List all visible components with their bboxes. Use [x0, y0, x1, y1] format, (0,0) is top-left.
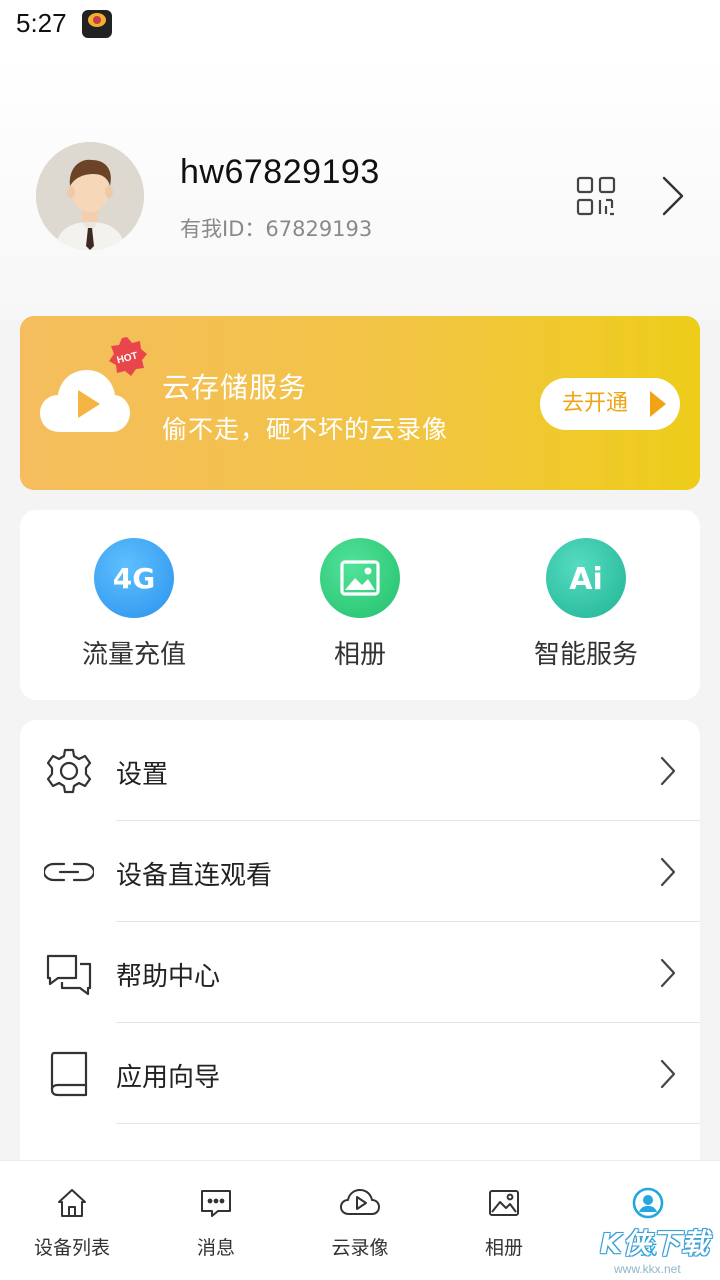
watermark-logo-text: K侠下载: [600, 1227, 710, 1260]
ai-icon-text: Ai: [569, 562, 603, 597]
banner-title: 云存储服务: [162, 371, 308, 404]
chevron-right-icon: [660, 1059, 676, 1089]
settings-menu: 设置 设备直连观看 帮助中心 应用向导: [20, 720, 700, 1180]
tab-device-list[interactable]: 设备列表: [0, 1161, 144, 1280]
chevron-right-icon: [660, 958, 676, 988]
menu-item-help-center[interactable]: 帮助中心: [20, 922, 700, 1023]
banner-subtitle: 偷不走，砸不坏的云录像: [162, 415, 449, 444]
watermark-url: www.kkx.net: [614, 1262, 681, 1276]
activate-button-label: 去开通: [562, 391, 629, 416]
play-arrow-icon: [650, 391, 666, 417]
tab-label: 消息: [196, 1237, 235, 1259]
quick-action-label: 智能服务: [533, 640, 638, 670]
avatar[interactable]: [36, 142, 144, 250]
tab-label: 云录像: [331, 1237, 389, 1259]
home-icon: [56, 1187, 88, 1219]
qr-code-icon[interactable]: [576, 176, 616, 216]
user-nickname: hw67829193: [180, 153, 380, 191]
menu-item-label: 应用向导: [116, 1063, 221, 1093]
quick-actions-card: 4G 流量充值 相册 Ai 智能服务: [20, 510, 700, 700]
menu-item-direct-view[interactable]: 设备直连观看: [20, 821, 700, 922]
menu-item-label: 设备直连观看: [116, 861, 273, 891]
user-id: 有我ID：67829193: [180, 213, 372, 243]
message-icon: [200, 1187, 232, 1219]
menu-item-app-guide[interactable]: 应用向导: [20, 1023, 700, 1124]
tab-label: 设备列表: [33, 1237, 110, 1259]
chevron-right-icon: [660, 857, 676, 887]
profile-chevron-right-icon[interactable]: [660, 174, 686, 218]
menu-item-label: 设置: [116, 760, 169, 790]
ai-icon: Ai: [546, 538, 626, 618]
menu-item-settings[interactable]: 设置: [20, 720, 700, 821]
user-id-label: 有我ID：: [180, 217, 266, 241]
tab-album[interactable]: 相册: [432, 1161, 576, 1280]
image-icon: [320, 538, 400, 618]
quick-action-album[interactable]: 相册: [270, 538, 450, 678]
status-time: 5:27: [16, 8, 67, 38]
4g-icon-text: 4G: [113, 562, 155, 595]
quick-action-label: 流量充值: [81, 640, 186, 670]
link-icon: [42, 847, 96, 897]
chat-bubbles-icon: [44, 948, 94, 998]
chevron-right-icon: [660, 756, 676, 786]
cloud-storage-banner[interactable]: HOT 云存储服务 偷不走，砸不坏的云录像 去开通: [20, 316, 700, 490]
quick-action-label: 相册: [333, 640, 386, 670]
menu-item-label: 帮助中心: [116, 962, 221, 992]
cloud-play-icon: [340, 1187, 380, 1219]
tab-cloud-recording[interactable]: 云录像: [288, 1161, 432, 1280]
quick-action-ai-service[interactable]: Ai 智能服务: [496, 538, 676, 678]
notification-app-icon: [82, 10, 112, 38]
gear-icon: [44, 746, 94, 796]
activate-button[interactable]: 去开通: [540, 378, 680, 430]
tab-messages[interactable]: 消息: [144, 1161, 288, 1280]
4g-icon: 4G: [94, 538, 174, 618]
site-watermark: K侠下载 www.kkx.net: [600, 1222, 718, 1278]
photo-icon: [488, 1187, 520, 1219]
user-id-value: 67829193: [265, 217, 373, 241]
profile-icon: [632, 1187, 664, 1219]
status-bar: 5:27: [0, 0, 720, 50]
book-icon: [44, 1049, 94, 1099]
tab-label: 相册: [484, 1237, 523, 1259]
quick-action-data-topup[interactable]: 4G 流量充值: [44, 538, 224, 678]
hot-badge: HOT: [106, 336, 148, 378]
